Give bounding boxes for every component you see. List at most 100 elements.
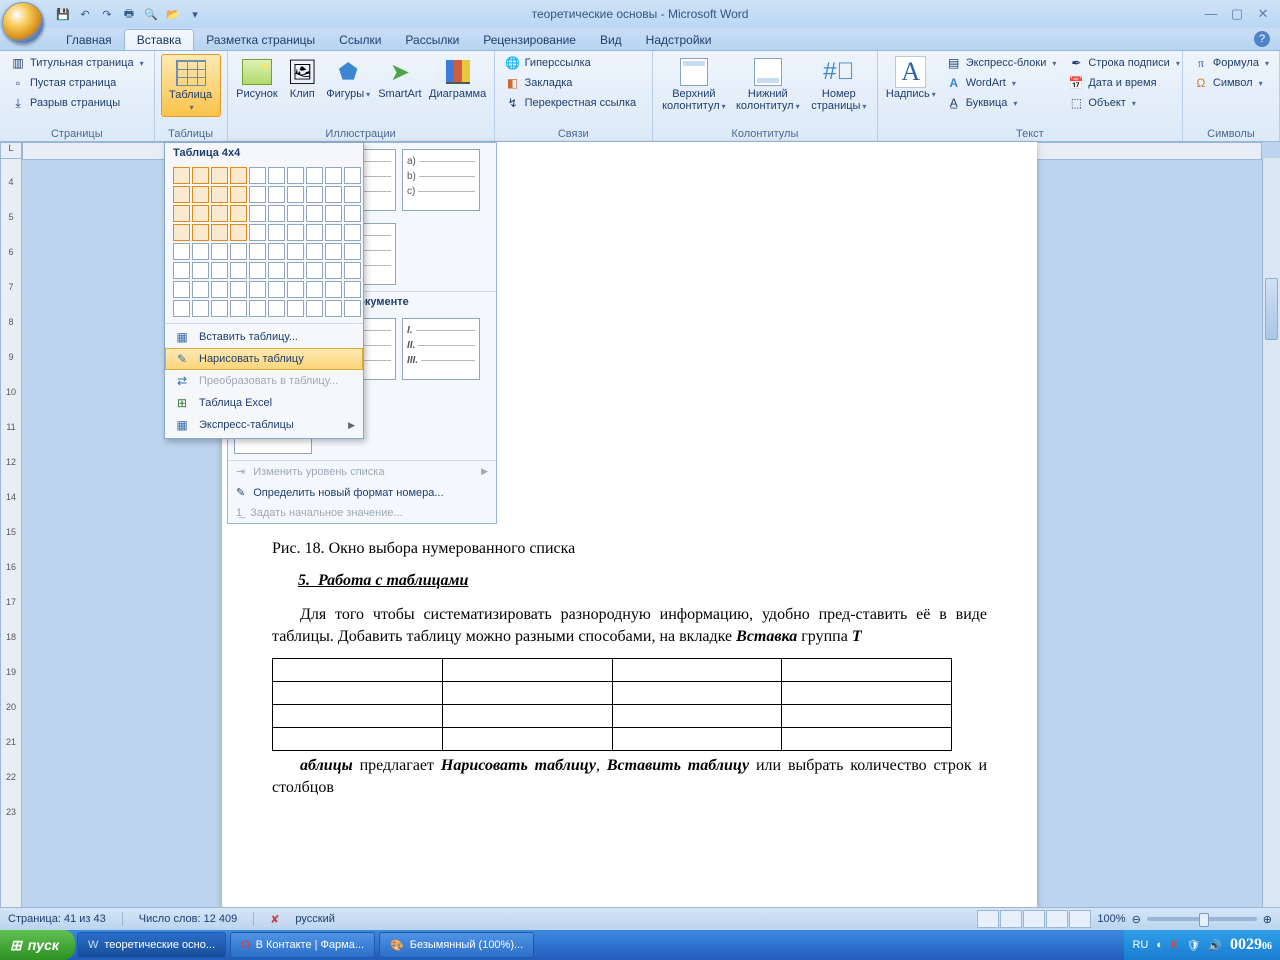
insert-table-item[interactable]: ▦Вставить таблицу... [165, 326, 363, 348]
object-button[interactable]: ⬚Объект▾ [1064, 94, 1183, 112]
tab-mailings[interactable]: Рассылки [393, 30, 471, 50]
window-title: теоретические основы - Microsoft Word [532, 7, 749, 21]
start-button[interactable]: ⊞пуск [0, 930, 75, 960]
chart-icon [446, 60, 470, 84]
textbox-button[interactable]: AНадпись▾ [884, 54, 938, 103]
table-grid-picker[interactable] [165, 163, 363, 323]
close-button[interactable]: ✕ [1252, 6, 1274, 22]
group-text-label: Текст [884, 126, 1176, 141]
title-page-button[interactable]: ▥Титульная страница▾ [6, 54, 148, 72]
view-buttons[interactable] [977, 910, 1091, 928]
blank-page-button[interactable]: ▫Пустая страница [6, 74, 148, 92]
convert-table-item: ⇄Преобразовать в таблицу... [165, 370, 363, 392]
shapes-button[interactable]: ⬟Фигуры▾ [324, 54, 372, 103]
tab-references[interactable]: Ссылки [327, 30, 393, 50]
vertical-scrollbar[interactable] [1262, 158, 1280, 922]
table-icon [176, 60, 206, 86]
qat-more-icon[interactable]: ▾ [186, 5, 204, 23]
zoom-in-button[interactable]: ⊕ [1263, 913, 1272, 926]
excel-table-item[interactable]: ⊞Таблица Excel [165, 392, 363, 414]
taskbar-word[interactable]: Wтеоретические осно... [77, 932, 226, 958]
signature-icon: ✒ [1068, 55, 1084, 71]
tab-home[interactable]: Главная [54, 30, 124, 50]
table-dropdown: Таблица 4x4 ▦Вставить таблицу... ✎Нарисо… [164, 142, 364, 439]
taskbar-opera[interactable]: OВ Контакте | Фарма... [230, 932, 375, 958]
bookmark-button[interactable]: ◧Закладка [501, 74, 641, 92]
dropcap-button[interactable]: A̲Буквица▾ [942, 94, 1061, 112]
tab-view[interactable]: Вид [588, 30, 634, 50]
table-button[interactable]: Таблица▾ [161, 54, 221, 117]
tray-lang[interactable]: RU [1132, 939, 1148, 951]
save-icon[interactable]: 💾 [54, 5, 72, 23]
language-status[interactable]: русский [295, 913, 334, 925]
shapes-icon: ⬟ [332, 56, 364, 88]
wordart-button[interactable]: AWordArt▾ [942, 74, 1061, 92]
scroll-thumb[interactable] [1265, 278, 1278, 340]
page-status[interactable]: Страница: 41 из 43 [8, 913, 106, 925]
change-level-item: ⇥Изменить уровень списка▶ [228, 461, 496, 482]
undo-icon[interactable]: ↶ [76, 5, 94, 23]
redo-icon[interactable]: ↷ [98, 5, 116, 23]
embedded-table[interactable] [272, 658, 952, 751]
object-icon: ⬚ [1068, 95, 1084, 111]
symbol-button[interactable]: ΩСимвол▾ [1189, 74, 1273, 92]
tab-page-layout[interactable]: Разметка страницы [194, 30, 327, 50]
footer-button[interactable]: Нижний колонтитул▾ [733, 54, 803, 115]
system-tray[interactable]: RU ◐ K 🛡 🔊 002906 [1124, 930, 1280, 960]
clipart-button[interactable]: 🖼Клип [284, 54, 320, 102]
help-button[interactable]: ? [1254, 31, 1270, 47]
page-break-button[interactable]: ⤓Разрыв страницы [6, 94, 148, 112]
table-size-label: Таблица 4x4 [165, 143, 363, 163]
draw-table-item[interactable]: ✎Нарисовать таблицу [165, 348, 363, 370]
hyperlink-button[interactable]: 🌐Гиперссылка [501, 54, 641, 72]
page-number-button[interactable]: #⃣Номер страницы▾ [807, 54, 871, 115]
open-icon[interactable]: 📂 [164, 5, 182, 23]
tray-clock[interactable]: 002906 [1230, 936, 1272, 954]
figure-caption: Рис. 18. Окно выбора нумерованного списк… [272, 540, 987, 558]
minimize-button[interactable]: — [1200, 6, 1222, 22]
break-icon: ⤓ [10, 95, 26, 111]
quickparts-button[interactable]: ▤Экспресс-блоки▾ [942, 54, 1061, 72]
tab-insert[interactable]: Вставка [124, 29, 195, 50]
vertical-ruler[interactable]: 45678910111214151617181920212223 [0, 158, 22, 922]
group-links-label: Связи [501, 126, 646, 141]
smartart-button[interactable]: ➤SmartArt [376, 54, 423, 102]
hyperlink-icon: 🌐 [505, 55, 521, 71]
tab-addins[interactable]: Надстройки [634, 30, 724, 50]
wordart-icon: A [946, 75, 962, 91]
window-controls: — ▢ ✕ [1200, 6, 1274, 22]
datetime-button[interactable]: 📅Дата и время [1064, 74, 1183, 92]
word-icon: W [88, 939, 98, 951]
preview-icon[interactable]: 🔍 [142, 5, 160, 23]
zoom-slider[interactable] [1147, 917, 1257, 921]
group-illustrations-label: Иллюстрации [234, 126, 488, 141]
picture-button[interactable]: Рисунок [234, 54, 281, 102]
maximize-button[interactable]: ▢ [1226, 6, 1248, 22]
signature-button[interactable]: ✒Строка подписи▾ [1064, 54, 1183, 72]
zoom-out-button[interactable]: ⊖ [1132, 913, 1141, 926]
workspace: L · 2 · ı · 3 · ı · 4 · ı · 5 · ı · 6 · … [0, 142, 1280, 922]
equation-button[interactable]: πФормула▾ [1189, 54, 1273, 72]
zoom-level[interactable]: 100% [1097, 913, 1125, 925]
print-icon[interactable]: 🖶 [120, 5, 138, 23]
crossref-button[interactable]: ↯Перекрестная ссылка [501, 94, 641, 112]
title-bar: 💾 ↶ ↷ 🖶 🔍 📂 ▾ теоретические основы - Mic… [0, 0, 1280, 28]
tab-review[interactable]: Рецензирование [471, 30, 588, 50]
tray-icon[interactable]: ◐ [1156, 939, 1163, 951]
spellcheck-icon[interactable]: ✘ [270, 913, 279, 926]
tray-icon[interactable]: 🔊 [1208, 939, 1222, 952]
num-format-alpha-paren[interactable]: a)b)c) [402, 149, 480, 211]
define-format-item[interactable]: ✎Определить новый формат номера... [228, 482, 496, 503]
word-count[interactable]: Число слов: 12 409 [139, 913, 237, 925]
tray-icon[interactable]: K [1171, 939, 1178, 951]
num-doc-3[interactable]: I.II.III. [402, 318, 480, 380]
tray-icon[interactable]: 🛡 [1186, 939, 1200, 952]
section-heading: 5. Работа с таблицами [298, 572, 987, 590]
header-button[interactable]: Верхний колонтитул▾ [659, 54, 729, 115]
quick-tables-item[interactable]: ▦Экспресс-таблицы▶ [165, 414, 363, 436]
office-button[interactable] [2, 2, 50, 50]
smartart-icon: ➤ [384, 56, 416, 88]
pi-icon: π [1193, 55, 1209, 71]
chart-button[interactable]: Диаграмма [428, 54, 488, 102]
taskbar-paint[interactable]: 🎨Безымянный (100%)... [379, 932, 534, 958]
